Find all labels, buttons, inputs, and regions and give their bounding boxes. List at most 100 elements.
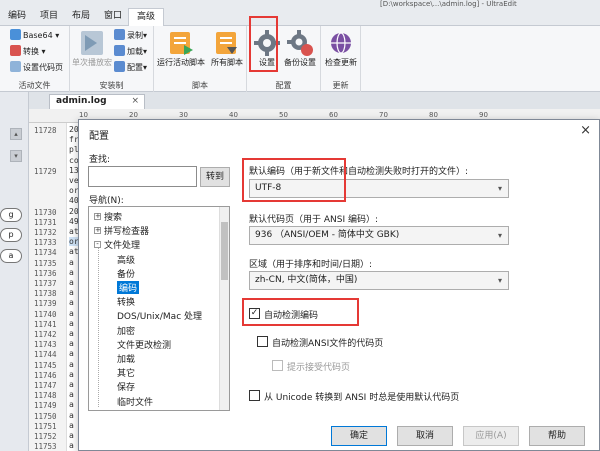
goto-button[interactable]: 转到 bbox=[200, 167, 230, 187]
tree-item[interactable]: 临时文件 bbox=[117, 395, 153, 408]
close-icon[interactable]: × bbox=[580, 123, 591, 138]
panel-button-p[interactable]: p bbox=[0, 228, 22, 242]
document-tabs: admin.log × bbox=[29, 92, 600, 109]
tree-expander-icon[interactable]: - bbox=[94, 241, 101, 249]
find-input[interactable] bbox=[88, 166, 197, 187]
ruler-number: 30 bbox=[179, 111, 188, 119]
chevron-down-icon: ▾ bbox=[497, 231, 502, 240]
code-line: a bbox=[69, 298, 74, 308]
ruler-number: 80 bbox=[429, 111, 438, 119]
tree-guide-line bbox=[98, 247, 99, 407]
tree-expander-icon[interactable]: + bbox=[94, 227, 101, 235]
line-number: 11732 bbox=[34, 228, 57, 237]
configure-label: 配置 bbox=[127, 63, 143, 72]
tab-advanced[interactable]: 高级 bbox=[128, 8, 165, 26]
tree-item[interactable]: 转换 bbox=[117, 295, 135, 308]
tree-item[interactable]: 搜索 bbox=[104, 210, 122, 223]
line-number: 11736 bbox=[34, 268, 57, 278]
group-active-file: Base64 ▾ 转换 ▾ 设置代码页 活动文件 bbox=[0, 26, 70, 92]
close-icon[interactable]: × bbox=[131, 95, 139, 108]
code-line: a bbox=[69, 410, 74, 420]
window-title: [D:\workspace\...\admin.log] - UltraEdit bbox=[380, 0, 517, 8]
panel-button-g[interactable]: g bbox=[0, 208, 22, 222]
set-codepage-button[interactable]: 设置代码页 bbox=[10, 61, 63, 74]
panel-button-a[interactable]: a bbox=[0, 249, 22, 263]
tree-item[interactable]: 其它 bbox=[117, 366, 135, 379]
line-number: 11738 bbox=[34, 289, 57, 299]
ok-button[interactable]: 确定 bbox=[331, 426, 387, 446]
record-button[interactable]: 录制▾ bbox=[114, 29, 147, 42]
line-number: 11747 bbox=[34, 381, 57, 390]
locale-select[interactable]: zh-CN, 中文(简体，中国) ▾ bbox=[249, 271, 509, 290]
tab-layout[interactable]: 布局 bbox=[64, 8, 98, 26]
code-line: a bbox=[69, 390, 74, 400]
tree-item[interactable]: 加载 bbox=[117, 352, 135, 365]
tree-scrollbar[interactable] bbox=[219, 207, 229, 410]
apply-button[interactable]: 应用(A) bbox=[463, 426, 519, 446]
check-update-button[interactable]: 检查更新 bbox=[323, 29, 359, 68]
code-line: a bbox=[69, 420, 74, 430]
ruler-number: 10 bbox=[79, 111, 88, 119]
tree-scroll-thumb[interactable] bbox=[221, 222, 228, 280]
tree-item[interactable]: 拼写检查器 bbox=[104, 224, 149, 237]
globe-update-icon bbox=[331, 32, 351, 54]
code-line: a bbox=[69, 359, 74, 369]
find-label: 查找: bbox=[89, 155, 111, 165]
panel-scroll-up[interactable]: ▴ bbox=[10, 128, 22, 140]
run-active-script-button[interactable]: 运行活动脚本 bbox=[156, 29, 206, 68]
backup-settings-button[interactable]: 备份设置 bbox=[281, 29, 319, 68]
line-number: 11753 bbox=[34, 442, 57, 451]
code-line: a bbox=[69, 267, 74, 277]
unicode-to-ansi-checkbox[interactable] bbox=[249, 390, 260, 401]
locale-value: zh-CN, 中文(简体，中国) bbox=[255, 275, 358, 285]
line-number: 11746 bbox=[34, 370, 57, 380]
code-line: a bbox=[69, 278, 74, 287]
code-line: a bbox=[69, 441, 74, 451]
panel-scroll-down[interactable]: ▾ bbox=[10, 150, 22, 162]
tree-item[interactable]: 保存 bbox=[117, 380, 135, 393]
document-tab-admin-log[interactable]: admin.log × bbox=[49, 94, 145, 109]
group-label-config: 配置 bbox=[275, 81, 292, 90]
macro-icon bbox=[81, 31, 103, 55]
code-line: a bbox=[69, 288, 74, 298]
set-codepage-label: 设置代码页 bbox=[23, 63, 63, 72]
code-line: a bbox=[69, 257, 74, 267]
configure-icon bbox=[114, 61, 125, 72]
line-number: 11733 bbox=[34, 238, 57, 248]
tree-item[interactable]: 编码 bbox=[117, 281, 140, 294]
code-line: a bbox=[69, 318, 74, 328]
tree-expander-icon[interactable]: + bbox=[94, 213, 101, 220]
tab-window[interactable]: 窗口 bbox=[96, 8, 130, 26]
group-update: 检查更新 更新 bbox=[321, 26, 361, 92]
backup-settings-label: 备份设置 bbox=[284, 58, 316, 67]
convert-button[interactable]: 转换 ▾ bbox=[10, 45, 46, 58]
prompt-codepage-checkbox[interactable] bbox=[272, 360, 283, 371]
auto-detect-ansi-checkbox[interactable] bbox=[257, 336, 268, 347]
all-scripts-button[interactable]: 所有脚本 bbox=[208, 29, 246, 68]
group-label-active-file: 活动文件 bbox=[18, 81, 51, 90]
tree-item[interactable]: DOS/Unix/Mac 处理 bbox=[117, 309, 202, 322]
group-script: 运行活动脚本 所有脚本 脚本 bbox=[154, 26, 247, 92]
tab-project[interactable]: 项目 bbox=[32, 8, 66, 26]
base64-button[interactable]: Base64 ▾ bbox=[10, 29, 59, 42]
tree-item[interactable]: 文件更改检测 bbox=[117, 338, 171, 351]
tree-item[interactable]: 加密 bbox=[117, 324, 135, 337]
help-button[interactable]: 帮助 bbox=[529, 426, 585, 446]
check-update-label: 检查更新 bbox=[325, 58, 357, 67]
default-codepage-select[interactable]: 936 （ANSI/OEM - 简体中文 GBK) ▾ bbox=[249, 226, 509, 245]
unicode-to-ansi-label: 从 Unicode 转换到 ANSI 时总是使用默认代码页 bbox=[264, 393, 460, 403]
single-macro-button[interactable]: 单次播放宏 bbox=[72, 29, 112, 68]
load-button[interactable]: 加载▾ bbox=[114, 45, 147, 58]
tab-encoding[interactable]: 编码 bbox=[0, 8, 34, 26]
line-number: 11744 bbox=[34, 350, 57, 360]
settings-highlight bbox=[249, 16, 278, 72]
document-tab-label: admin.log bbox=[56, 96, 107, 106]
ruler-number: 50 bbox=[279, 111, 288, 119]
tree-item[interactable]: 高级 bbox=[117, 253, 135, 266]
load-icon bbox=[114, 45, 125, 56]
tree-item[interactable]: 备份 bbox=[117, 267, 135, 280]
cancel-button[interactable]: 取消 bbox=[397, 426, 453, 446]
ribbon: Base64 ▾ 转换 ▾ 设置代码页 活动文件 单次播放宏 录制▾ 加载▾ 配… bbox=[0, 16, 600, 92]
configure-button[interactable]: 配置▾ bbox=[114, 61, 147, 74]
tree-item[interactable]: 文件处理 bbox=[104, 238, 140, 251]
